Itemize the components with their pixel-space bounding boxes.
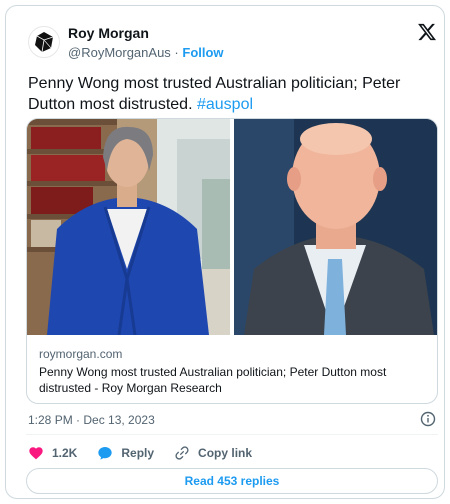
- link-card[interactable]: roymorgan.com Penny Wong most trusted Au…: [26, 118, 438, 404]
- reply-button[interactable]: Reply: [97, 445, 154, 461]
- photo-peter-dutton: [234, 119, 437, 335]
- photo-penny-wong: [27, 119, 230, 335]
- divider: [26, 434, 438, 435]
- read-replies-button[interactable]: Read 453 replies: [26, 468, 438, 494]
- heart-icon: [29, 447, 43, 460]
- x-logo-icon[interactable]: [417, 22, 437, 42]
- avatar[interactable]: [28, 26, 60, 58]
- author-name[interactable]: Roy Morgan: [68, 25, 149, 41]
- reply-icon: [98, 447, 113, 460]
- author-handle-row: @RoyMorganAus · Follow: [68, 45, 224, 60]
- action-bar: 1.2K Reply Copy link: [28, 444, 272, 462]
- roy-morgan-logo: [35, 32, 54, 53]
- separator: ·: [174, 45, 179, 60]
- tweet-text: Penny Wong most trusted Australian polit…: [28, 73, 428, 115]
- copy-link-button[interactable]: Copy link: [174, 445, 252, 461]
- like-button[interactable]: 1.2K: [28, 445, 77, 461]
- link-domain[interactable]: roymorgan.com: [39, 347, 122, 361]
- link-icon: [175, 446, 189, 460]
- hashtag-link[interactable]: #auspol: [197, 96, 253, 113]
- author-handle[interactable]: @RoyMorganAus: [68, 45, 171, 60]
- like-count: 1.2K: [52, 446, 78, 460]
- link-card-image[interactable]: [27, 119, 437, 335]
- info-icon[interactable]: [420, 411, 436, 427]
- link-title[interactable]: Penny Wong most trusted Australian polit…: [39, 364, 419, 396]
- tweet-timestamp[interactable]: 1:28 PM · Dec 13, 2023: [28, 413, 155, 427]
- tweet-card: Roy Morgan @RoyMorganAus · Follow Penny …: [5, 5, 445, 499]
- reply-label: Reply: [121, 446, 155, 460]
- copy-link-label: Copy link: [198, 446, 253, 460]
- follow-button[interactable]: Follow: [182, 45, 223, 60]
